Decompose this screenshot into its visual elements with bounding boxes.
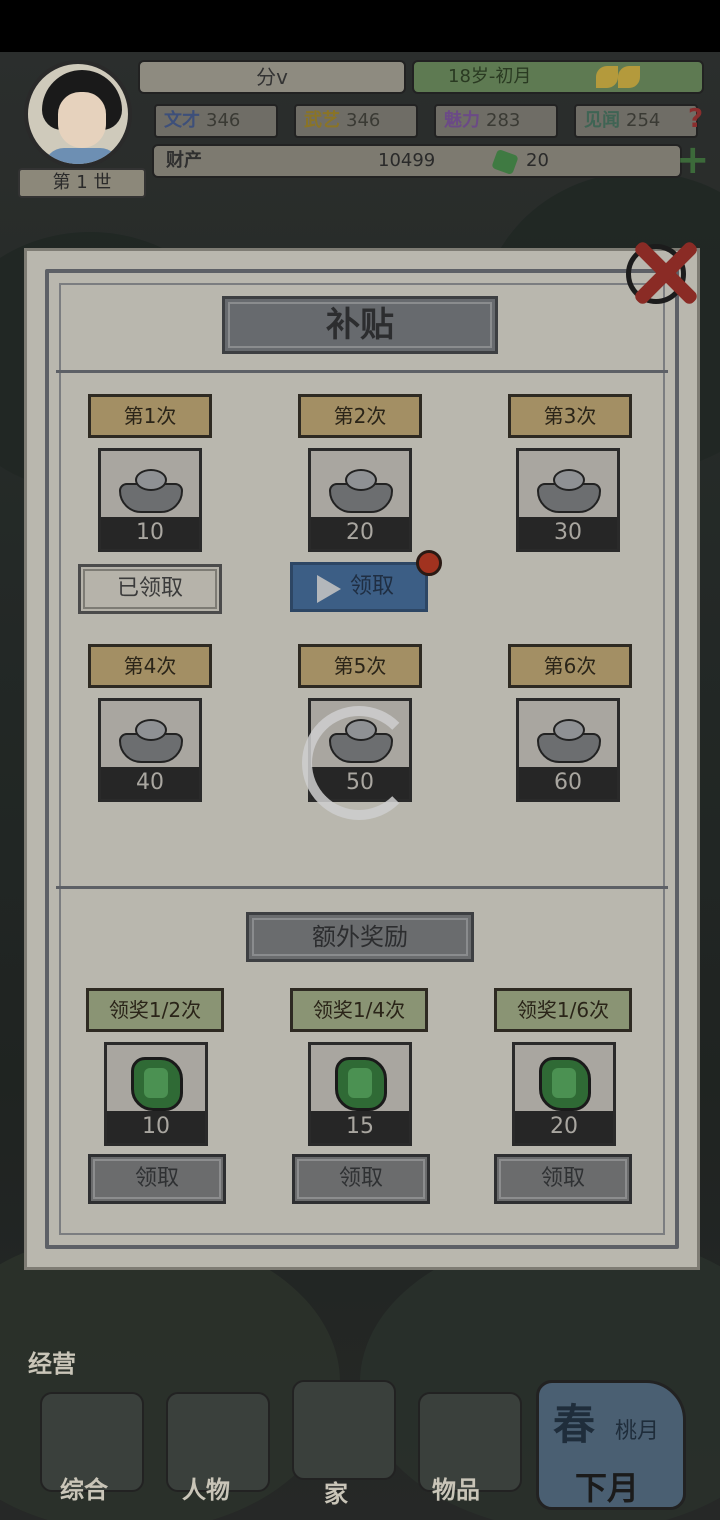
stat-value: 254 [626,110,661,131]
silver-ingot-icon [537,467,601,513]
stat-charm: 魅力 283 [434,104,558,138]
reward-item: 20 [512,1042,616,1146]
jade-amount: 20 [526,150,549,171]
jade-gem-icon [335,1057,387,1111]
silver-amount: 10499 [378,150,436,171]
reward-item: 60 [516,698,620,802]
loading-spinner-icon [302,706,416,820]
reward-item: 30 [516,448,620,552]
reward-amount: 30 [519,517,617,549]
claimed-button[interactable]: 已领取 [78,564,222,614]
season-text: 春 [553,1400,596,1449]
slot-label: 第5次 [298,644,422,688]
claim-extra-button[interactable]: 领取 [494,1154,632,1204]
stat-label: 武艺 [304,110,340,131]
help-icon[interactable]: ? [688,104,703,134]
slot-label: 第6次 [508,644,632,688]
slot-label: 第2次 [298,394,422,438]
nav-label: 综合 [60,1476,108,1504]
stat-label: 见闻 [584,110,620,131]
reward-item: 20 [308,448,412,552]
reward-amount: 40 [101,767,199,799]
claim-label: 领取 [349,574,394,599]
generation-badge: 第 1 世 [18,168,146,198]
add-currency-button[interactable]: + [676,140,710,180]
reward-amount: 60 [519,767,617,799]
wealth-label: 财产 [166,150,202,171]
silver-ingot-icon [119,717,183,763]
jade-gem-icon [539,1057,591,1111]
nav-home[interactable] [292,1380,396,1480]
claim-ad-button[interactable]: 领取 [290,562,428,612]
jade-icon [491,148,519,176]
reward-item: 10 [104,1042,208,1146]
close-button[interactable] [620,228,710,318]
player-avatar[interactable] [24,60,132,168]
slot-label: 第3次 [508,394,632,438]
reward-amount: 10 [107,1111,205,1143]
status-bar [0,0,720,52]
notification-dot [416,550,442,576]
wealth-bar: 财产 10499 20 [152,144,682,178]
stat-knowledge: 见闻 254 [574,104,698,138]
player-name: 分v [138,60,406,94]
stat-martial: 武艺 346 [294,104,418,138]
next-month-button[interactable]: 春 桃月 下月 [536,1380,686,1510]
stat-label: 魅力 [444,110,480,131]
month-text: 桃月 [615,1419,660,1444]
divider [56,370,668,373]
claim-extra-button[interactable]: 领取 [292,1154,430,1204]
extra-label: 领奖1/6次 [494,988,632,1032]
leaf-icon [618,66,640,88]
reward-amount: 10 [101,517,199,549]
jade-gem-icon [131,1057,183,1111]
stat-literary: 文才 346 [154,104,278,138]
age-text: 18岁-初月 [448,66,532,87]
slot-label: 第4次 [88,644,212,688]
nav-label: 家 [324,1480,348,1508]
extra-label: 领奖1/2次 [86,988,224,1032]
reward-amount: 15 [311,1111,409,1143]
nav-label: 人物 [182,1476,230,1504]
divider [56,886,668,889]
business-label: 经营 [28,1350,76,1378]
stat-value: 283 [486,110,521,131]
nav-label: 物品 [432,1476,480,1504]
extra-label: 领奖1/4次 [290,988,428,1032]
next-month-label: 下月 [575,1469,640,1507]
reward-item: 10 [98,448,202,552]
panel-title: 补贴 [222,296,498,354]
silver-ingot-icon [329,467,393,513]
claim-extra-button[interactable]: 领取 [88,1154,226,1204]
age-display: 18岁-初月 [412,60,704,94]
silver-ingot-icon [119,467,183,513]
stat-value: 346 [346,110,381,131]
reward-amount: 20 [515,1111,613,1143]
extra-reward-title: 额外奖励 [246,912,474,962]
leaf-icon [596,66,618,88]
play-icon [317,575,341,603]
reward-amount: 20 [311,517,409,549]
slot-label: 第1次 [88,394,212,438]
stat-label: 文才 [164,110,200,131]
reward-item: 15 [308,1042,412,1146]
stat-value: 346 [206,110,241,131]
silver-ingot-icon [537,717,601,763]
reward-item: 40 [98,698,202,802]
stat-row: 文才 346 武艺 346 魅力 283 见闻 254 [154,104,714,138]
